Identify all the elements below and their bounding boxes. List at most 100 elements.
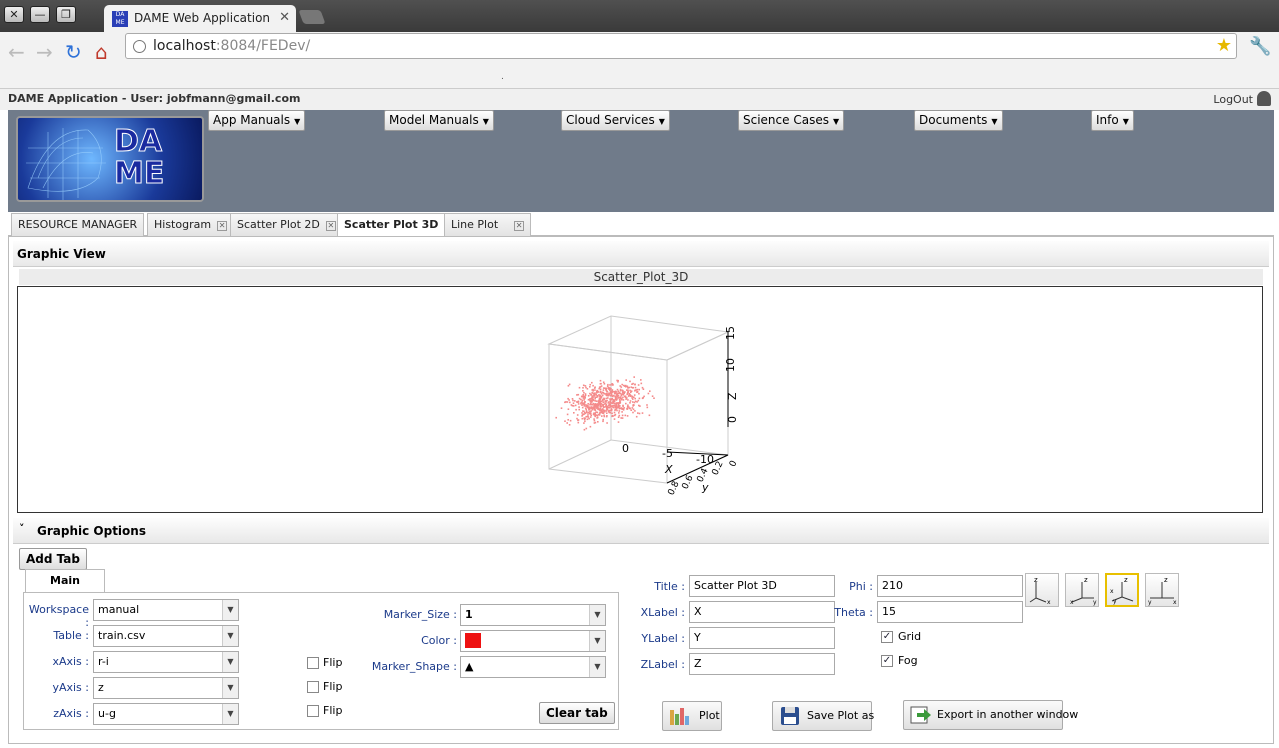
tab-close-icon[interactable]: ✕ bbox=[325, 221, 336, 231]
scatter-point bbox=[591, 398, 593, 401]
flip-z-checkbox[interactable] bbox=[307, 705, 319, 717]
tab-scatter-plot-2d[interactable]: Scatter Plot 2D ✕ bbox=[230, 213, 343, 236]
browser-tab[interactable]: DA ME DAME Web Application (b ✕ bbox=[104, 5, 296, 33]
scatter-point bbox=[623, 391, 625, 393]
tab-resource-manager[interactable]: RESOURCE MANAGER bbox=[11, 213, 145, 236]
clear-tab-button[interactable]: Clear tab bbox=[539, 702, 615, 724]
scatter-point bbox=[596, 394, 599, 397]
grid-checkbox[interactable]: ✓ bbox=[881, 631, 893, 643]
chevron-down-icon[interactable]: ˅ bbox=[19, 522, 25, 535]
menu-science-cases[interactable]: Science Cases ▼ bbox=[738, 110, 845, 131]
scatter-point bbox=[577, 403, 580, 405]
svg-text:y: y bbox=[1093, 599, 1097, 606]
close-window-button[interactable]: ✕ bbox=[4, 6, 24, 23]
bookmark-star-icon[interactable]: ★ bbox=[1216, 35, 1232, 56]
view-top-icon[interactable]: z y x bbox=[1145, 573, 1179, 607]
menu-info[interactable]: Info ▼ bbox=[1091, 110, 1134, 131]
zaxis-select[interactable]: u-g ▼ bbox=[93, 703, 239, 725]
flip-z-label: Flip bbox=[323, 704, 343, 717]
logout-link[interactable]: LogOut bbox=[1213, 93, 1253, 106]
scatter-point bbox=[626, 393, 628, 395]
scatter-point bbox=[630, 394, 632, 397]
scatter-point bbox=[600, 392, 603, 395]
phi-input[interactable]: 210 bbox=[877, 575, 1023, 597]
yaxis-select[interactable]: z ▼ bbox=[93, 677, 239, 699]
scatter-point bbox=[616, 393, 619, 396]
scatter-point bbox=[621, 383, 623, 386]
scatter-point bbox=[586, 388, 589, 390]
title-input[interactable]: Scatter Plot 3D bbox=[689, 575, 835, 597]
menu-model-manuals[interactable]: Model Manuals ▼ bbox=[384, 110, 494, 131]
dame-logo: DA ME bbox=[16, 116, 204, 202]
menu-cloud-services[interactable]: Cloud Services ▼ bbox=[561, 110, 670, 131]
theta-input[interactable]: 15 bbox=[877, 601, 1023, 623]
marker-size-select[interactable]: 1 ▼ bbox=[460, 604, 606, 626]
tab-line-plot[interactable]: Line Plot ✕ bbox=[444, 213, 532, 236]
plot-title: Scatter_Plot_3D bbox=[19, 269, 1263, 285]
minimize-window-button[interactable]: — bbox=[30, 6, 50, 23]
marker-shape-select[interactable]: ▲ ▼ bbox=[460, 656, 606, 678]
flip-x-checkbox[interactable] bbox=[307, 657, 319, 669]
scatter-point bbox=[577, 400, 580, 403]
flip-y-checkbox[interactable] bbox=[307, 681, 319, 693]
graphic-options-header[interactable]: ˅ Graphic Options bbox=[13, 518, 1269, 544]
back-arrow-icon[interactable]: ← bbox=[8, 40, 25, 64]
export-window-button[interactable]: Export in another window bbox=[903, 700, 1078, 730]
scatter-point bbox=[611, 412, 613, 415]
scatter-point bbox=[609, 400, 612, 403]
table-select[interactable]: train.csv ▼ bbox=[93, 625, 239, 647]
workspace-select[interactable]: manual ▼ bbox=[93, 599, 239, 621]
save-plot-button[interactable]: Save Plot as bbox=[772, 701, 874, 731]
export-arrow-icon bbox=[910, 706, 931, 724]
home-icon[interactable]: ⌂ bbox=[95, 40, 108, 64]
fog-checkbox[interactable]: ✓ bbox=[881, 655, 893, 667]
scatter-point bbox=[642, 388, 645, 390]
scatter-point bbox=[578, 408, 580, 411]
scatter-point bbox=[591, 391, 593, 394]
scatter-point bbox=[585, 386, 587, 389]
tab-close-icon[interactable]: ✕ bbox=[514, 221, 525, 231]
menu-app-manuals[interactable]: App Manuals ▼ bbox=[208, 110, 306, 131]
view-iso-icon[interactable]: z xy bbox=[1105, 573, 1139, 607]
dame-favicon-icon: DA ME bbox=[112, 11, 128, 27]
address-bar[interactable]: localhost:8084/FEDev/ ★ bbox=[125, 33, 1237, 59]
scatter-point bbox=[602, 387, 605, 389]
scatter-point bbox=[602, 418, 604, 421]
ylabel-input[interactable]: Y bbox=[689, 627, 835, 649]
reload-icon[interactable]: ↻ bbox=[65, 40, 82, 64]
url-text: localhost:8084/FEDev/ bbox=[153, 38, 311, 54]
scatter-point bbox=[589, 386, 591, 388]
tab-close-icon[interactable]: ✕ bbox=[217, 221, 228, 231]
scatter-point bbox=[584, 385, 587, 387]
forward-arrow-icon[interactable]: → bbox=[36, 40, 53, 64]
scatter-point bbox=[601, 408, 604, 411]
svg-text:z: z bbox=[1124, 576, 1128, 584]
scatter-point bbox=[584, 417, 586, 420]
xaxis-select[interactable]: r-i ▼ bbox=[93, 651, 239, 673]
scatter-point bbox=[581, 395, 583, 398]
view-side-icon[interactable]: z x y bbox=[1065, 573, 1099, 607]
logout-user-icon[interactable] bbox=[1257, 91, 1271, 106]
scatter-point bbox=[602, 412, 605, 414]
scatter-point bbox=[584, 407, 587, 410]
menu-documents[interactable]: Documents ▼ bbox=[914, 110, 1003, 131]
tab-close-icon[interactable]: ✕ bbox=[279, 10, 290, 25]
phi-label: Phi : bbox=[849, 580, 873, 593]
new-tab-button[interactable] bbox=[298, 10, 326, 24]
add-tab-button[interactable]: Add Tab bbox=[19, 548, 87, 570]
tab-scatter-plot-3d[interactable]: Scatter Plot 3D✕ bbox=[337, 213, 462, 237]
tab-main[interactable]: Main bbox=[25, 569, 105, 593]
scatter-point bbox=[614, 391, 616, 393]
color-select[interactable]: ▼ bbox=[460, 630, 606, 652]
scatter-point bbox=[614, 395, 616, 397]
wrench-icon[interactable]: 🔧 bbox=[1249, 36, 1271, 57]
view-front-icon[interactable]: zx bbox=[1025, 573, 1059, 607]
scatter-point bbox=[581, 412, 583, 414]
plot-button[interactable]: Plot bbox=[662, 701, 722, 731]
maximize-window-button[interactable]: ❐ bbox=[56, 6, 76, 23]
tab-histogram[interactable]: Histogram ✕ bbox=[147, 213, 235, 236]
zlabel-input[interactable]: Z bbox=[689, 653, 835, 675]
scatter-point bbox=[568, 383, 571, 386]
xlabel-input[interactable]: X bbox=[689, 601, 835, 623]
scatter-point bbox=[632, 405, 634, 407]
